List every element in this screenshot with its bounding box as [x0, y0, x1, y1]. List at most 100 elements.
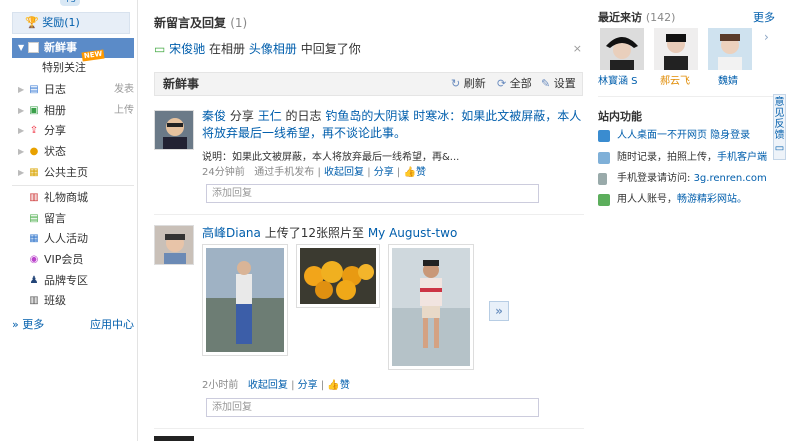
- avatar[interactable]: [154, 436, 194, 441]
- sidebar-item-label: 公共主页: [44, 166, 88, 179]
- sidebar-item-label: 品牌专区: [44, 274, 88, 287]
- settings-button[interactable]: ✎ 设置: [541, 73, 576, 95]
- feed-text: 的日志: [285, 109, 322, 123]
- collapse-replies-link[interactable]: 收起回复: [248, 380, 288, 391]
- notice-user-link[interactable]: 宋俊驰: [169, 42, 205, 56]
- chevron-right-icon[interactable]: ›: [764, 30, 769, 44]
- sidebar-item-label: 人人活动: [44, 232, 88, 245]
- refresh-button[interactable]: ↻ 刷新: [451, 73, 486, 95]
- close-icon[interactable]: ×: [573, 40, 582, 58]
- tool-item-mobile-login[interactable]: 手机登录请访问: 3g.renren.com: [598, 171, 778, 189]
- sidebar-item-label: 状态: [44, 145, 66, 158]
- tool-item-connect[interactable]: 用人人账号，畅游精彩网站。: [598, 192, 778, 210]
- notice-text: 中回复了你: [300, 42, 361, 56]
- public-page-icon: ▦: [29, 167, 39, 178]
- notification-count-badge[interactable]: +3: [60, 0, 80, 6]
- visitor-avatar[interactable]: [654, 28, 698, 70]
- reward-label: 奖励(1): [42, 16, 80, 29]
- sidebar-footer: » 更多 应用中心: [12, 316, 134, 332]
- avatar[interactable]: [154, 225, 194, 265]
- mobile-client-link[interactable]: 手机客户端: [717, 152, 767, 163]
- publish-link[interactable]: 发表: [114, 80, 134, 100]
- feed-divider: [154, 428, 584, 429]
- collapse-replies-link[interactable]: 收起回复: [324, 167, 364, 178]
- tool-item-desktop[interactable]: 人人桌面一不开网页 隐身登录: [598, 128, 778, 146]
- sidebar-item-label: VIP会员: [44, 253, 84, 266]
- connect-sites-link[interactable]: 畅游精彩网站。: [677, 194, 747, 205]
- photo-thumbnail[interactable]: [202, 244, 288, 356]
- sidebar-item-label: 礼物商城: [44, 191, 88, 204]
- feed-user-link[interactable]: 高峰Diana: [202, 226, 261, 240]
- sidebar-item-vip[interactable]: ◉ VIP会员: [12, 250, 134, 270]
- expand-arrow-icon: ▼: [18, 43, 25, 52]
- sidebar-item-news[interactable]: ▼ 新鲜事: [12, 38, 134, 58]
- refresh-label: 刷新: [463, 77, 486, 90]
- sidebar-item-share[interactable]: ▶ ⇪ 分享: [12, 121, 134, 141]
- upload-link[interactable]: 上传: [114, 101, 134, 121]
- visitor-name-link[interactable]: 魏婧: [718, 72, 738, 87]
- left-sidebar: +3 🏆 奖励(1) ▼ 新鲜事 NEW 特别关注 ▶ ▤ 日志 发表 ▶ ▣ …: [0, 0, 138, 441]
- share-link[interactable]: 分享: [374, 167, 394, 178]
- like-link[interactable]: 赞: [340, 380, 350, 391]
- feed-author-link[interactable]: 王仁: [258, 109, 282, 123]
- sidebar-item-album[interactable]: ▶ ▣ 相册 上传: [12, 101, 134, 121]
- visitor-avatar[interactable]: [600, 28, 644, 70]
- feed-time: 24分钟前: [202, 167, 245, 178]
- share-link[interactable]: 分享: [298, 380, 318, 391]
- class-icon: ▥: [29, 295, 39, 306]
- sidebar-item-activity[interactable]: ▦ 人人活动: [12, 229, 134, 249]
- photo-thumbnail[interactable]: [296, 244, 380, 308]
- tool-text: 用人人账号，畅游精彩网站。: [617, 192, 747, 208]
- visitor-name-link[interactable]: 林寳涵 S: [598, 72, 638, 87]
- feed-via: 通过手机发布: [254, 167, 315, 178]
- notice-album-link[interactable]: 头像相册: [249, 42, 297, 56]
- feed-title: 新鲜事: [163, 77, 200, 91]
- sidebar-item-label: 相册: [44, 104, 66, 117]
- filter-all-button[interactable]: ⟳ 全部: [497, 73, 532, 95]
- feedback-button[interactable]: 意见反馈 ▭: [773, 94, 786, 160]
- sidebar-item-label: 留言: [44, 212, 66, 225]
- more-visitors-link[interactable]: 更多: [753, 9, 775, 25]
- visitor-avatar[interactable]: [708, 28, 752, 70]
- thumbs-up-icon: 👍: [403, 167, 416, 178]
- filter-icon: ⟳: [497, 77, 507, 90]
- mobile-site-link[interactable]: 3g.renren.com: [694, 173, 767, 184]
- tool-text: 人人桌面一不开网页 隐身登录: [617, 130, 751, 141]
- album-icon: ▣: [29, 105, 39, 116]
- vip-icon: ◉: [29, 254, 39, 265]
- wrench-icon: ✎: [541, 77, 551, 90]
- feed-item-2: 高峰Diana 上传了12张照片至 My August-two: [202, 225, 584, 242]
- reply-input[interactable]: 添加回复: [206, 184, 539, 203]
- visitor-name-link[interactable]: 郝云飞: [660, 72, 690, 87]
- avatar[interactable]: [154, 110, 194, 150]
- tool-item-mobile-client[interactable]: 随时记录，拍照上传，手机客户端: [598, 150, 778, 168]
- sidebar-item-brand[interactable]: ♟ 品牌专区: [12, 271, 134, 291]
- like-link[interactable]: 赞: [416, 167, 426, 178]
- sidebar-divider: [12, 185, 134, 186]
- sidebar-item-public-page[interactable]: ▶ ▦ 公共主页: [12, 163, 134, 183]
- reward-link[interactable]: 🏆 奖励(1): [12, 12, 130, 34]
- next-photos-button[interactable]: »: [489, 301, 509, 321]
- tool-desc: 手机登录请访问:: [617, 173, 691, 184]
- reply-input[interactable]: 添加回复: [206, 398, 539, 417]
- sidebar-item-message[interactable]: ▤ 留言: [12, 209, 134, 229]
- feed-user-link[interactable]: 秦俊: [202, 109, 226, 123]
- tool-text: 随时记录，拍照上传，手机客户端: [617, 150, 767, 166]
- app-center-link[interactable]: 应用中心: [90, 316, 134, 332]
- refresh-icon: ↻: [451, 77, 461, 90]
- photo-thumbnail[interactable]: [388, 244, 474, 370]
- notice-text: 在相册: [209, 42, 246, 56]
- trophy-icon: 🏆: [25, 16, 43, 29]
- more-link[interactable]: » 更多: [12, 318, 44, 331]
- recent-visitors-header: 最近来访 (142): [598, 9, 675, 25]
- sidebar-item-class[interactable]: ▥ 班级: [12, 291, 134, 311]
- sidebar-item-gift-mall[interactable]: ▥ 礼物商城: [12, 188, 134, 208]
- section-title: 新留言及回复: [154, 16, 227, 30]
- sidebar-item-blog[interactable]: ▶ ▤ 日志 发表: [12, 80, 134, 100]
- speech-bubble-icon: ▭: [774, 143, 785, 154]
- expand-arrow-icon: ▶: [18, 106, 25, 115]
- message-icon: ▤: [29, 213, 39, 224]
- sidebar-item-special-follow[interactable]: 特别关注: [12, 58, 134, 78]
- sidebar-item-status[interactable]: ▶ ● 状态: [12, 142, 134, 162]
- feed-album-link[interactable]: My August-two: [368, 226, 457, 240]
